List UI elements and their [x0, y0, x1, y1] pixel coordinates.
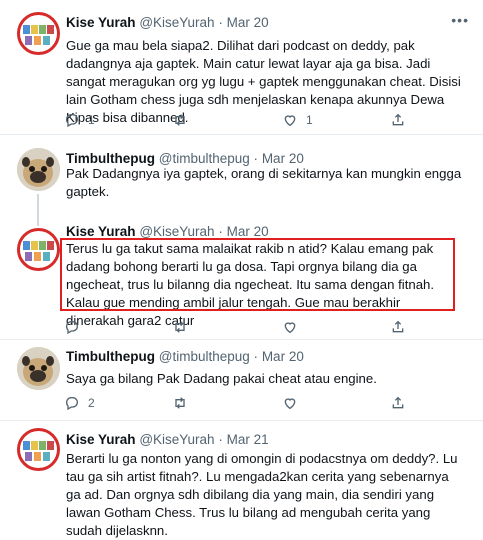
display-name[interactable]: Kise Yurah — [66, 224, 136, 239]
tweet-header: Kise Yurah @KiseYurah · Mar 21 — [66, 431, 469, 449]
reply-icon — [65, 114, 78, 128]
user-handle[interactable]: @KiseYurah — [139, 224, 214, 239]
pug-avatar-image — [17, 347, 60, 390]
tweet[interactable]: Timbulthepug @timbulthepug · Mar 20 Saya… — [0, 341, 483, 421]
tweet-actions: 1 1 — [64, 110, 464, 130]
avatar[interactable] — [17, 428, 60, 471]
reply-icon — [65, 397, 78, 411]
user-handle[interactable]: @KiseYurah — [139, 432, 214, 447]
separator-dot: · — [218, 15, 223, 30]
like-button[interactable] — [282, 317, 298, 337]
tweet-date[interactable]: Mar 20 — [262, 349, 304, 364]
retweet-icon — [175, 397, 185, 409]
tweet-text: Berarti lu ga nonton yang di omongin di … — [66, 451, 458, 538]
share-icon — [392, 396, 404, 409]
retweet-icon — [175, 321, 185, 333]
tweet-date[interactable]: Mar 20 — [262, 151, 304, 166]
tweet-date[interactable]: Mar 20 — [227, 15, 269, 30]
separator-dot: · — [218, 432, 223, 447]
tweet[interactable]: Kise Yurah @KiseYurah · Mar 20 ••• Gue g… — [0, 0, 483, 135]
retweet-button[interactable] — [172, 110, 196, 130]
thread-connector — [37, 194, 39, 216]
tweet-date[interactable]: Mar 21 — [227, 432, 269, 447]
avatar[interactable] — [17, 12, 60, 55]
heart-icon — [284, 322, 296, 334]
user-handle[interactable]: @timbulthepug — [159, 151, 250, 166]
display-name[interactable]: Timbulthepug — [66, 151, 155, 166]
avatar[interactable] — [17, 228, 60, 271]
pug-avatar-image — [17, 148, 60, 191]
like-button[interactable] — [282, 393, 298, 413]
heart-icon — [284, 398, 296, 410]
retweet-button[interactable] — [172, 317, 188, 337]
thread-connector — [37, 216, 39, 226]
share-button[interactable] — [390, 317, 406, 337]
tweet-date[interactable]: Mar 20 — [227, 224, 269, 239]
tweet-text: Pak Dadangnya iya gaptek, orang di sekit… — [66, 166, 462, 199]
tweet-actions — [64, 317, 464, 337]
tweet[interactable]: Timbulthepug @timbulthepug · Mar 20 Pak … — [0, 136, 483, 216]
reply-button[interactable] — [64, 317, 80, 337]
separator-dot: · — [218, 224, 223, 239]
tweet-text: Saya ga bilang Pak Dadang pakai cheat at… — [66, 371, 377, 386]
tweet-header: Timbulthepug @timbulthepug · Mar 20 — [66, 348, 469, 366]
share-icon — [392, 320, 404, 333]
reply-icon — [65, 321, 78, 335]
display-name[interactable]: Timbulthepug — [66, 349, 155, 364]
heart-icon — [284, 115, 296, 127]
avatar[interactable] — [17, 347, 60, 390]
reply-button[interactable]: 2 — [64, 393, 95, 413]
tweet[interactable]: Kise Yurah @KiseYurah · Mar 21 Berarti l… — [0, 422, 483, 540]
user-handle[interactable]: @KiseYurah — [139, 15, 214, 30]
separator-dot: · — [253, 151, 259, 166]
reply-count: 1 — [88, 113, 95, 127]
more-horizontal-icon[interactable]: ••• — [451, 11, 469, 29]
avatar[interactable] — [17, 148, 60, 191]
retweet-button[interactable] — [172, 393, 188, 413]
like-count: 1 — [306, 113, 313, 127]
user-handle[interactable]: @timbulthepug — [159, 349, 250, 364]
separator-dot: · — [253, 349, 259, 364]
tweet-actions: 2 — [64, 393, 464, 413]
tweet-header: Kise Yurah @KiseYurah · Mar 20 ••• — [66, 11, 469, 32]
share-button[interactable] — [390, 393, 406, 413]
display-name[interactable]: Kise Yurah — [66, 432, 136, 447]
share-button[interactable] — [390, 110, 406, 130]
retweet-icon — [175, 114, 185, 126]
reply-button[interactable]: 1 — [64, 110, 95, 130]
like-button[interactable]: 1 — [282, 110, 313, 130]
highlight-box — [60, 238, 455, 311]
display-name[interactable]: Kise Yurah — [66, 15, 136, 30]
reply-count: 2 — [88, 396, 95, 410]
share-icon — [392, 113, 404, 126]
